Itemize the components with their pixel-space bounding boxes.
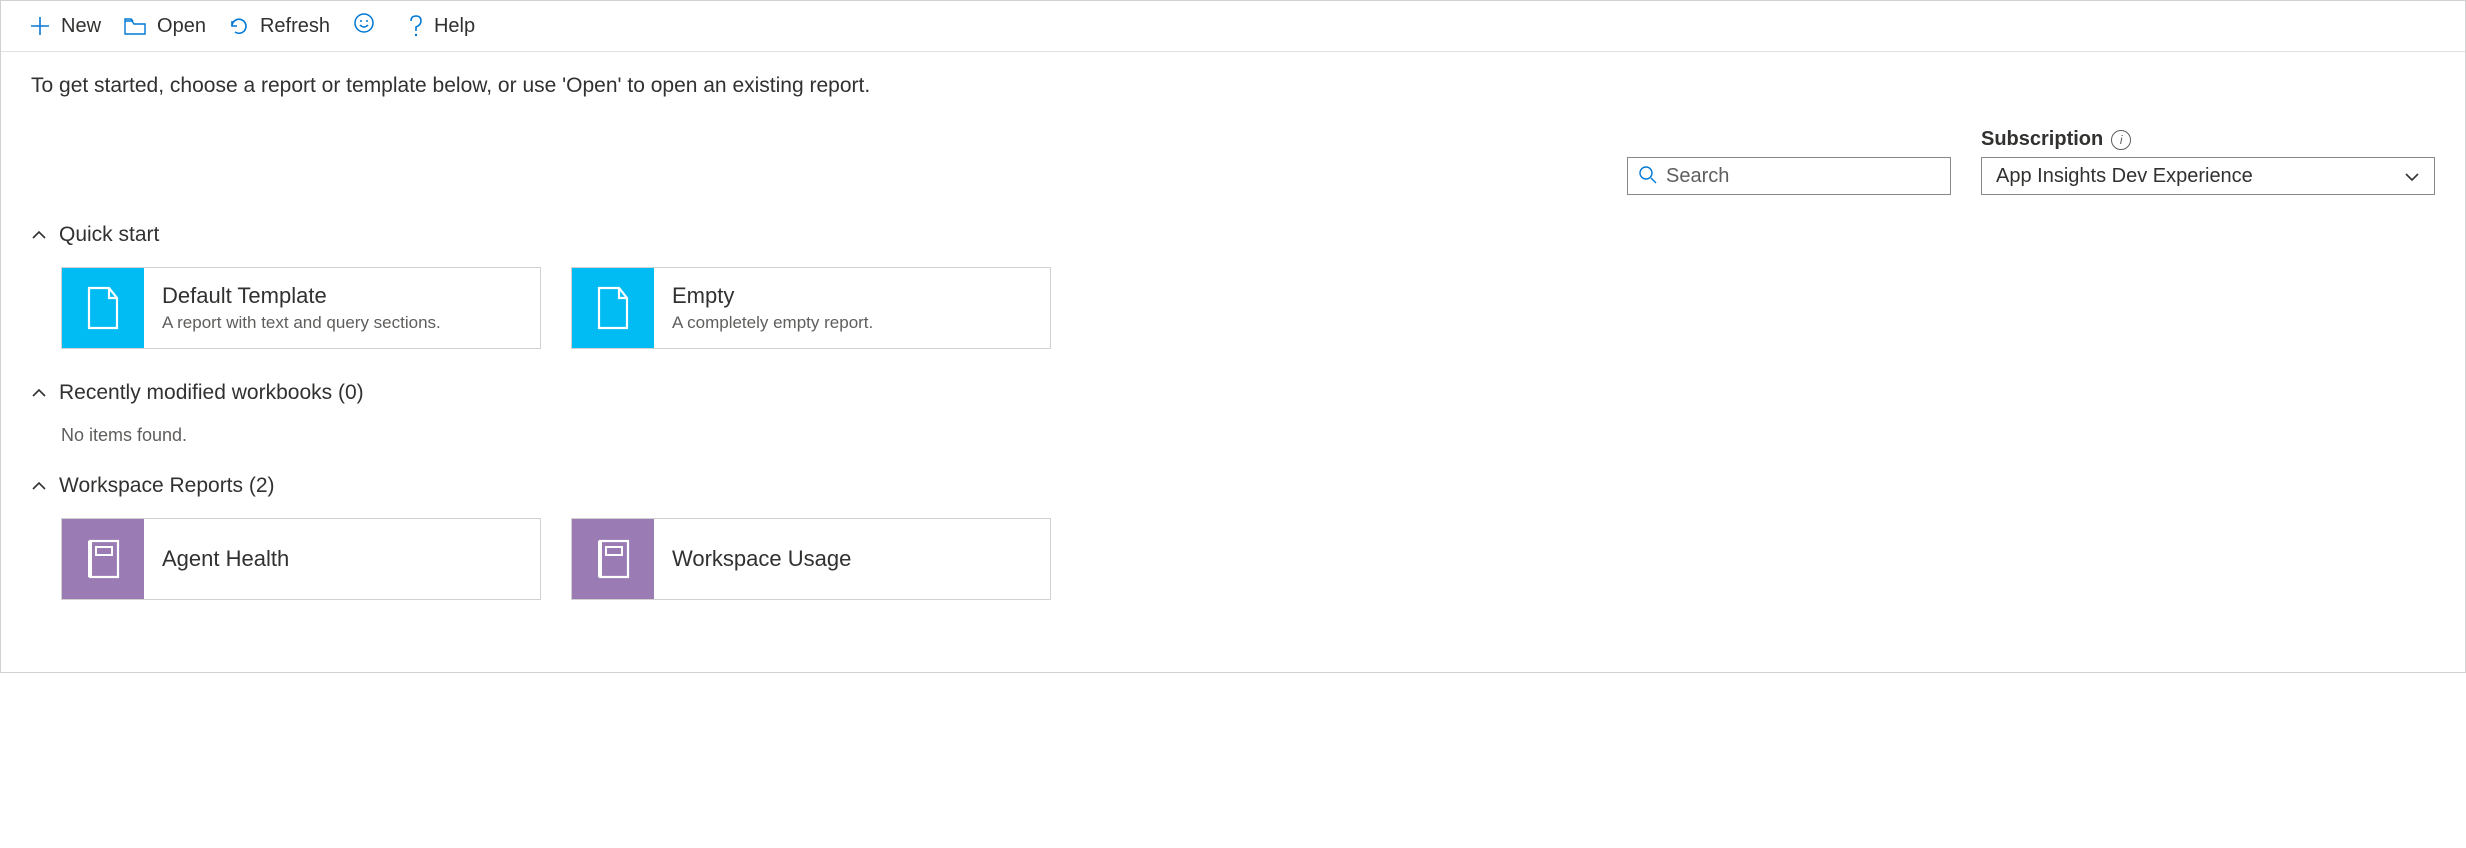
section-quick-start-header[interactable]: Quick start	[31, 223, 2435, 247]
card-agent-health[interactable]: Agent Health	[61, 518, 541, 600]
card-title: Empty	[672, 283, 1032, 309]
document-icon	[572, 268, 654, 348]
refresh-icon	[228, 15, 250, 37]
section-quick-start-title: Quick start	[59, 223, 159, 247]
section-recent-title: Recently modified workbooks (0)	[59, 381, 364, 405]
open-label: Open	[157, 15, 206, 38]
recent-empty-text: No items found.	[61, 425, 2435, 446]
section-workspace-header[interactable]: Workspace Reports (2)	[31, 474, 2435, 498]
smiley-icon	[352, 11, 376, 41]
open-button[interactable]: Open	[123, 15, 206, 38]
card-default-template[interactable]: Default Template A report with text and …	[61, 267, 541, 349]
intro-text: To get started, choose a report or templ…	[31, 74, 2435, 98]
subscription-value: App Insights Dev Experience	[1996, 165, 2253, 188]
section-recent-header[interactable]: Recently modified workbooks (0)	[31, 381, 2435, 405]
chevron-up-icon	[31, 481, 47, 491]
subscription-label: Subscription	[1981, 128, 2103, 151]
card-subtitle: A report with text and query sections.	[162, 313, 522, 333]
card-title: Agent Health	[162, 546, 522, 572]
search-input[interactable]	[1666, 165, 1940, 188]
workbook-icon	[62, 519, 144, 599]
new-button[interactable]: New	[29, 15, 101, 38]
refresh-label: Refresh	[260, 15, 330, 38]
document-icon	[62, 268, 144, 348]
chevron-up-icon	[31, 388, 47, 398]
folder-open-icon	[123, 16, 147, 36]
search-icon	[1638, 165, 1658, 188]
card-empty[interactable]: Empty A completely empty report.	[571, 267, 1051, 349]
card-subtitle: A completely empty report.	[672, 313, 1032, 333]
card-title: Default Template	[162, 283, 522, 309]
feedback-button[interactable]	[352, 11, 376, 41]
plus-icon	[29, 15, 51, 37]
question-icon	[408, 14, 424, 38]
new-label: New	[61, 15, 101, 38]
help-button[interactable]: Help	[408, 14, 475, 38]
subscription-dropdown[interactable]: App Insights Dev Experience	[1981, 157, 2435, 195]
section-workspace-title: Workspace Reports (2)	[59, 474, 275, 498]
info-icon[interactable]: i	[2111, 130, 2131, 150]
search-box[interactable]	[1627, 157, 1951, 195]
refresh-button[interactable]: Refresh	[228, 15, 330, 38]
help-label: Help	[434, 15, 475, 38]
toolbar: New Open Refresh Help	[1, 1, 2465, 52]
workbook-icon	[572, 519, 654, 599]
card-workspace-usage[interactable]: Workspace Usage	[571, 518, 1051, 600]
card-title: Workspace Usage	[672, 546, 1032, 572]
chevron-up-icon	[31, 230, 47, 240]
chevron-down-icon	[2404, 165, 2420, 188]
